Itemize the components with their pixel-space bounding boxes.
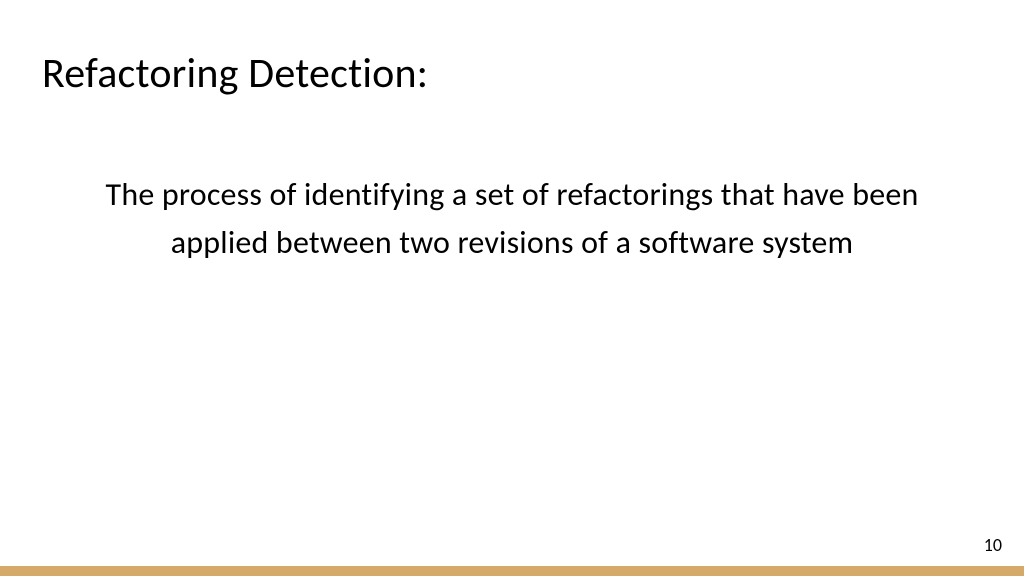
- page-number: 10: [984, 534, 1002, 556]
- slide-title: Refactoring Detection:: [42, 48, 982, 99]
- slide-container: Refactoring Detection: The process of id…: [0, 0, 1024, 576]
- accent-bar: [0, 566, 1024, 576]
- slide-body-text: The process of identifying a set of refa…: [42, 171, 982, 267]
